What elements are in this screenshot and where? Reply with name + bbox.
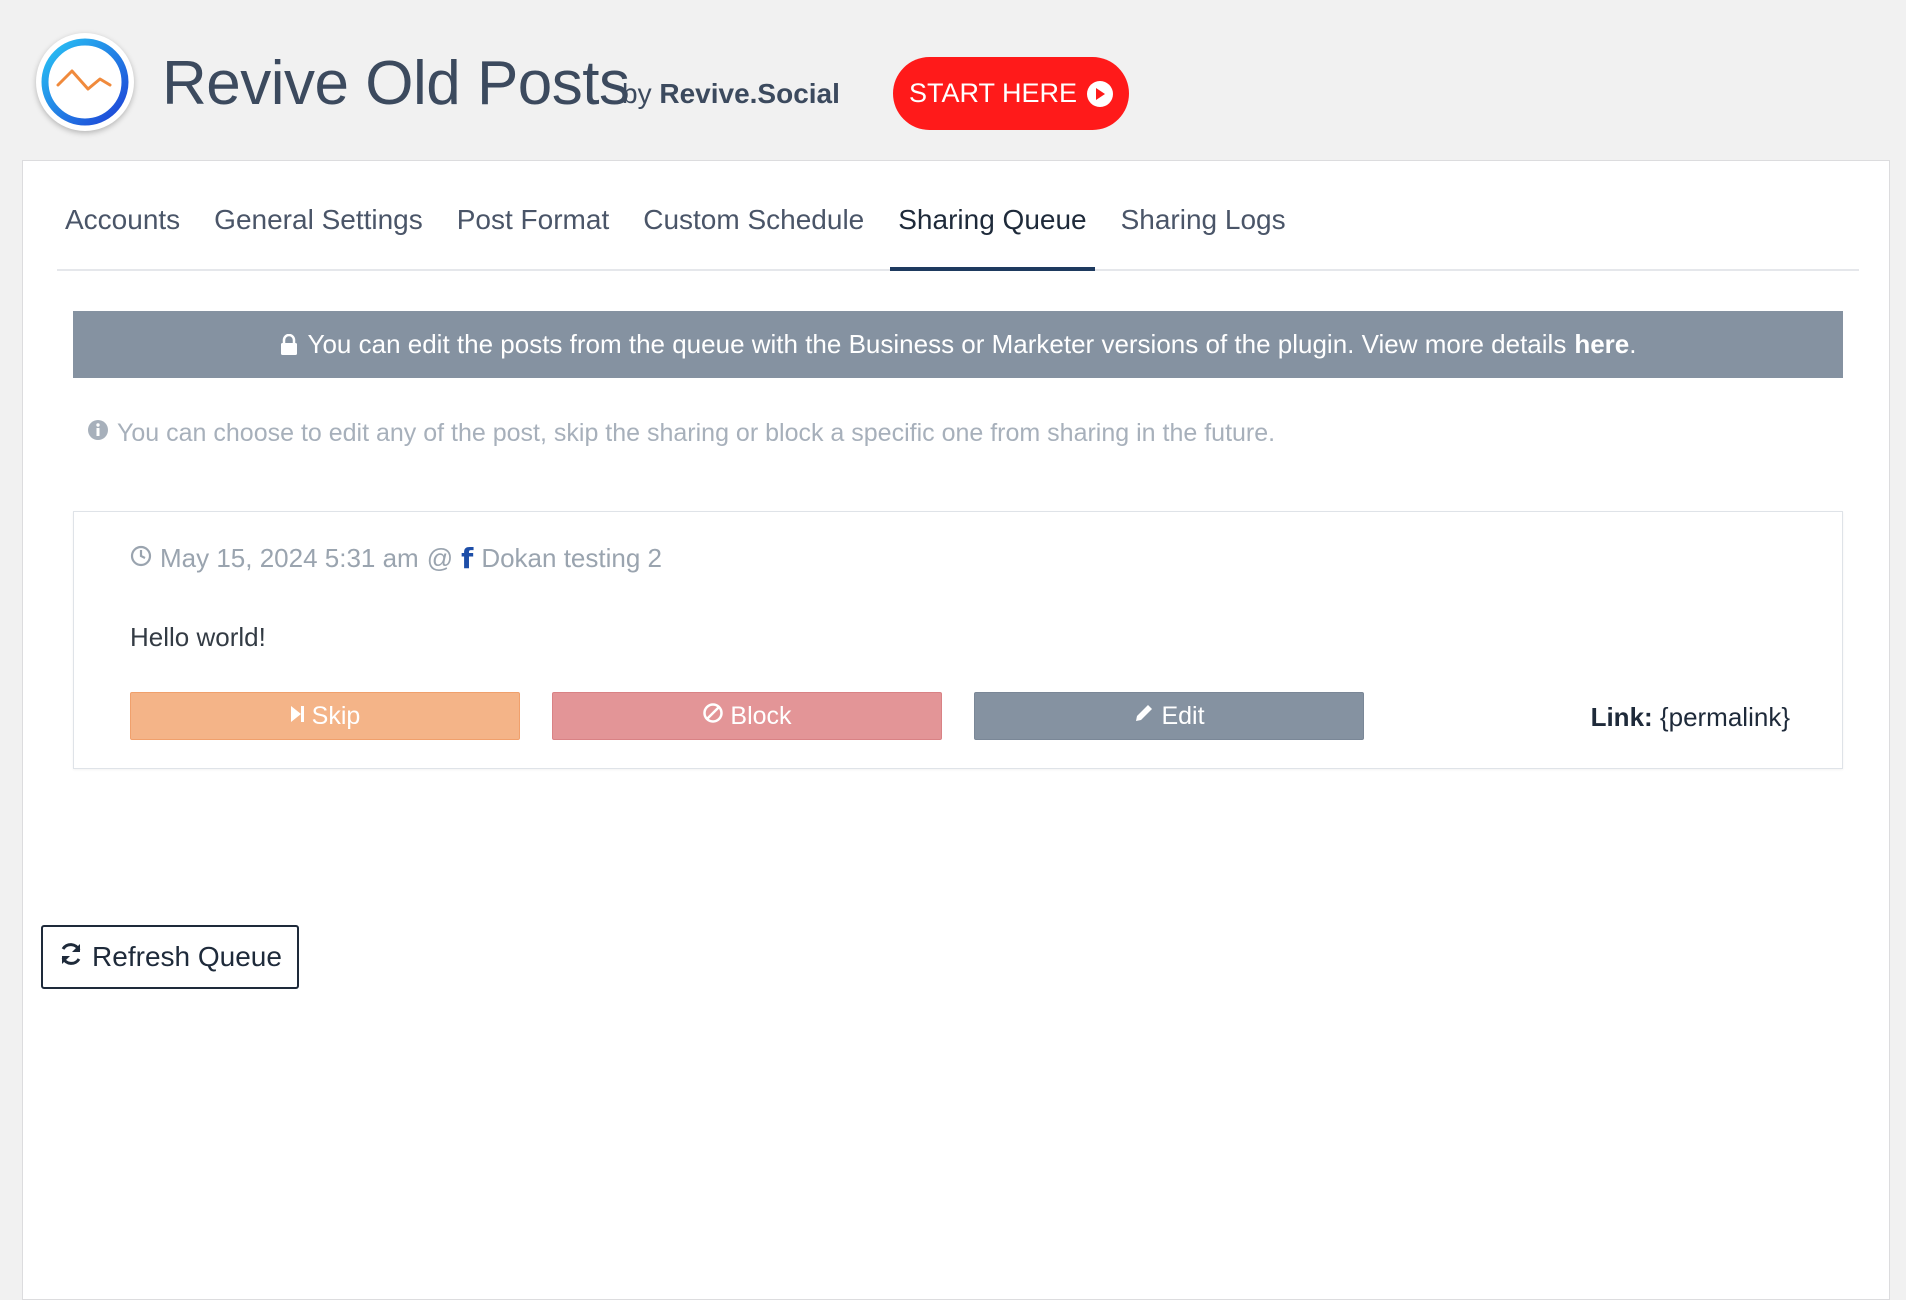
link-label-value: {permalink} <box>1659 702 1790 732</box>
queue-item-content: Hello world! <box>130 622 266 652</box>
tab-general-settings[interactable]: General Settings <box>206 197 431 269</box>
notice-here-link[interactable]: here <box>1574 329 1629 360</box>
edit-button[interactable]: Edit <box>974 692 1364 740</box>
tab-accounts[interactable]: Accounts <box>57 197 188 269</box>
notice-suffix: . <box>1629 329 1637 359</box>
refresh-icon <box>58 941 84 974</box>
pencil-icon <box>1133 702 1155 731</box>
main-panel: Accounts General Settings Post Format Cu… <box>22 160 1890 1300</box>
block-button[interactable]: Block <box>552 692 942 740</box>
tab-sharing-queue[interactable]: Sharing Queue <box>890 197 1095 271</box>
play-circle-icon <box>1087 80 1114 107</box>
at-separator: @ <box>426 543 454 573</box>
notice-text: You can edit the posts from the queue wi… <box>307 329 1567 359</box>
plugin-header: Revive Old Posts by Revive.Social START … <box>0 0 1906 160</box>
start-here-button[interactable]: START HERE <box>893 57 1129 130</box>
queue-item: May 15, 2024 5:31 am @ f Dokan testing 2… <box>73 511 1843 769</box>
tab-post-format[interactable]: Post Format <box>449 197 617 269</box>
queue-item-account: Dokan testing 2 <box>481 543 662 573</box>
edit-label: Edit <box>1161 701 1205 730</box>
info-text: You can choose to edit any of the post, … <box>117 419 1276 447</box>
ban-icon <box>702 702 724 731</box>
tab-custom-schedule[interactable]: Custom Schedule <box>635 197 872 269</box>
by-line: by Revive.Social <box>622 76 840 112</box>
info-hint: You can choose to edit any of the post, … <box>87 419 1275 448</box>
queue-item-actions: Skip Block Edit Link: {permalink} <box>130 692 1790 740</box>
tab-bar: Accounts General Settings Post Format Cu… <box>57 197 1859 271</box>
skip-label: Skip <box>311 701 361 730</box>
queue-item-datetime: May 15, 2024 5:31 am <box>160 543 419 573</box>
lock-icon <box>280 333 298 356</box>
facebook-icon: f <box>461 542 474 575</box>
refresh-queue-button[interactable]: Refresh Queue <box>41 925 299 989</box>
app-title: Revive Old Posts <box>162 49 630 118</box>
brand-name: Revive.Social <box>659 78 840 109</box>
revive-logo-icon <box>36 33 134 131</box>
permalink-label: Link: {permalink} <box>1591 702 1790 733</box>
link-label-key: Link: <box>1590 702 1653 732</box>
clock-icon <box>130 543 152 574</box>
start-here-label: START HERE <box>908 78 1078 108</box>
block-label: Block <box>730 701 792 730</box>
tab-sharing-logs[interactable]: Sharing Logs <box>1113 197 1294 269</box>
refresh-queue-label: Refresh Queue <box>92 941 282 972</box>
by-prefix: by <box>622 78 652 109</box>
skip-button[interactable]: Skip <box>130 692 520 740</box>
queue-item-meta: May 15, 2024 5:31 am @ f Dokan testing 2 <box>130 542 662 575</box>
upgrade-notice: You can edit the posts from the queue wi… <box>73 311 1843 378</box>
skip-icon <box>290 702 306 731</box>
info-icon <box>87 419 109 448</box>
